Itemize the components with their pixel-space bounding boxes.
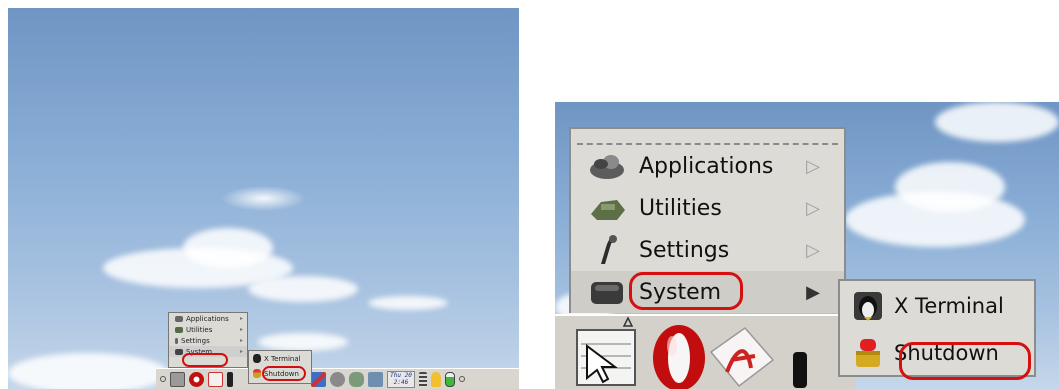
menu-item-label: Settings	[181, 336, 210, 345]
highlight-ring	[629, 272, 743, 310]
menu-item-label: Applications	[639, 153, 774, 179]
tear-off-handle[interactable]	[577, 133, 838, 145]
shutdown-icon	[852, 337, 884, 369]
submenu-item-x-terminal[interactable]: X Terminal	[840, 283, 1034, 328]
menu-item-settings[interactable]: Settings ▸	[169, 335, 247, 346]
applications-icon	[175, 315, 183, 322]
submenu-arrow-icon: ▷	[806, 197, 820, 219]
submenu-arrow-icon: ▸	[239, 315, 243, 322]
submenu-item-label: X Terminal	[264, 354, 301, 363]
submenu-arrow-icon: ▷	[806, 239, 820, 261]
submenu-arrow-icon: ▶	[806, 281, 820, 303]
battery-icon[interactable]	[445, 371, 455, 387]
terminal-icon	[253, 354, 261, 363]
menu-item-utilities[interactable]: Utilities ▸	[169, 324, 247, 335]
desktop-screenshot: Thu 20 2:46 Applications ▸ Utilities ▸ S…	[8, 8, 519, 389]
applications-icon	[587, 150, 627, 182]
settings-icon	[175, 337, 178, 344]
utilities-icon	[587, 192, 627, 224]
taskbar-icons	[576, 316, 807, 389]
submenu-arrow-icon: ▸	[239, 326, 243, 333]
clock-time: 2:46	[393, 378, 409, 386]
start-menu-icon[interactable]	[170, 371, 185, 387]
cloud	[183, 228, 273, 268]
highlight-ring	[262, 366, 306, 381]
submenu-arrow-icon: ▸	[239, 337, 243, 344]
submenu-item-x-terminal[interactable]: X Terminal	[249, 351, 311, 366]
applet-icon[interactable]	[368, 371, 383, 387]
cloud	[248, 276, 358, 302]
cloud	[8, 353, 168, 389]
network-monitor-icon[interactable]	[419, 371, 427, 387]
cloud	[895, 162, 1005, 212]
panel-clock[interactable]: Thu 20 2:46	[387, 370, 415, 388]
zoomed-menu-screenshot: Applications ▷ Utilities ▷ Settings ▷ Sy…	[555, 102, 1059, 389]
cloud	[258, 333, 348, 351]
acrobat-icon[interactable]	[709, 326, 775, 388]
submenu-arrow-icon: ▷	[806, 155, 820, 177]
shutdown-icon	[253, 369, 261, 378]
highlight-ring	[899, 342, 1031, 380]
menu-item-utilities[interactable]: Utilities ▷	[571, 187, 844, 229]
menu-item-label: Settings	[639, 237, 730, 263]
acrobat-icon[interactable]	[208, 371, 223, 387]
menu-item-applications[interactable]: Applications ▷	[571, 145, 844, 187]
start-menu-icon[interactable]	[576, 316, 636, 386]
settings-icon	[587, 234, 627, 266]
opera-icon[interactable]	[189, 371, 204, 387]
menu-item-label: Applications	[186, 314, 229, 323]
applet-icon[interactable]	[349, 371, 364, 387]
tools-icon[interactable]	[311, 371, 326, 387]
terminal-icon	[852, 290, 884, 322]
submenu-arrow-icon: ▸	[239, 348, 243, 355]
cloud	[935, 102, 1059, 142]
app-icon[interactable]	[227, 371, 233, 387]
applet-icon[interactable]	[330, 371, 345, 387]
menu-item-settings[interactable]: Settings ▷	[571, 229, 844, 271]
system-icon	[175, 348, 183, 355]
clock-day: Thu 20	[390, 371, 412, 379]
menu-item-label: Utilities	[639, 195, 722, 221]
cloud	[368, 296, 448, 310]
opera-icon[interactable]	[653, 325, 705, 389]
system-icon	[587, 276, 627, 308]
utilities-icon	[175, 326, 183, 333]
lightbulb-icon[interactable]	[431, 371, 441, 387]
submenu-item-label: X Terminal	[894, 293, 1004, 318]
info-icon[interactable]	[793, 352, 807, 388]
panel-handle-icon[interactable]	[160, 376, 166, 382]
taskbar	[555, 314, 855, 389]
highlight-ring	[182, 353, 228, 367]
taskbar: Thu 20 2:46	[156, 368, 519, 389]
menu-item-applications[interactable]: Applications ▸	[169, 313, 247, 324]
menu-item-label: Utilities	[186, 325, 213, 334]
panel-handle-icon[interactable]	[459, 376, 465, 382]
